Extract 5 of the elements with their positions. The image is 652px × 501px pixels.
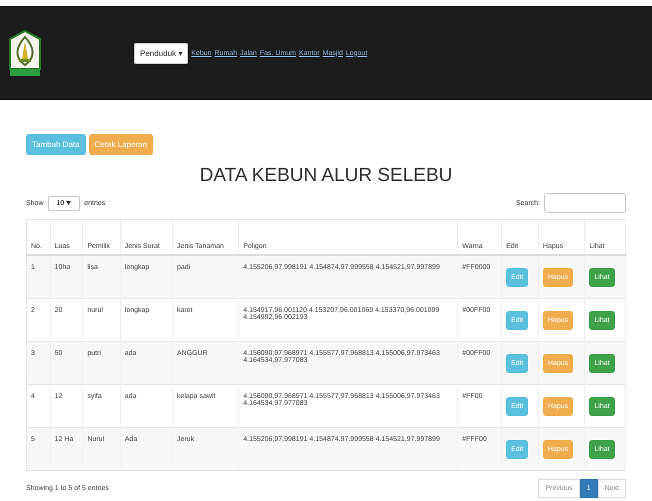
- caret-icon: [66, 200, 72, 204]
- page-title: DATA KEBUN ALUR SELEBU: [198, 165, 454, 187]
- dropdown-button[interactable]: Penduduk ▾: [134, 42, 188, 64]
- emblem-logo-icon: [8, 29, 42, 77]
- search-field[interactable]: [544, 193, 626, 213]
